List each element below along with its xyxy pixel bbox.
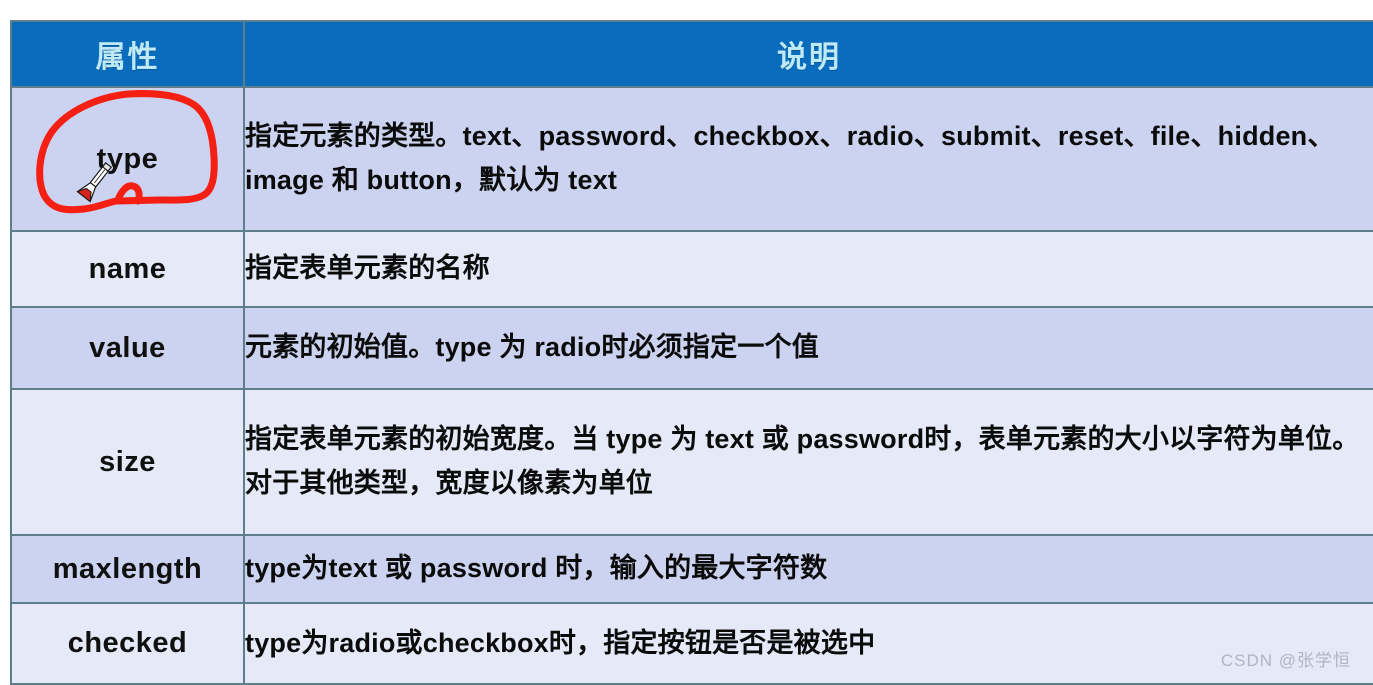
attribute-name-cell-size: size [10, 388, 245, 536]
table-header-row: 属性 说明 [10, 20, 1373, 88]
attribute-name-cell-name: name [10, 230, 245, 308]
table-row: maxlength type为text 或 password 时，输入的最大字符… [10, 534, 1373, 604]
attribute-label: checked [67, 627, 188, 659]
attribute-label: value [89, 331, 166, 364]
attribute-description-cell-name: 指定表单元素的名称 [243, 230, 1373, 308]
attribute-name-cell-maxlength: maxlength [10, 534, 245, 604]
csdn-watermark: CSDN @张学恒 [1220, 651, 1351, 670]
column-header-attribute: 属性 [10, 20, 245, 88]
attribute-name-cell-value: value [10, 306, 245, 390]
table-header: 属性 说明 [10, 20, 1373, 88]
attribute-name-cell-type: type [10, 86, 245, 232]
attribute-description-cell-type: 指定元素的类型。text、password、checkbox、radio、sub… [243, 86, 1373, 232]
attribute-name-cell-checked: checked [10, 602, 245, 685]
table-row: size 指定表单元素的初始宽度。当 type 为 text 或 passwor… [10, 388, 1373, 536]
column-header-description: 说明 [243, 20, 1373, 88]
attribute-label: maxlength [52, 552, 203, 585]
table-row: value 元素的初始值。type 为 radio时必须指定一个值 [10, 306, 1373, 390]
table-row: type 指定元素的类型。text、password、checkbox、radi… [10, 86, 1373, 232]
attribute-description-cell-size: 指定表单元素的初始宽度。当 type 为 text 或 password时，表单… [243, 388, 1373, 536]
attribute-label: size [99, 445, 156, 478]
input-attributes-table: 属性 说明 type 指定元素的类型。text、password、checkbo… [10, 20, 1373, 685]
table-row: name 指定表单元素的名称 [10, 230, 1373, 308]
attribute-description-cell-checked: type为radio或checkbox时，指定按钮是否是被选中 [243, 602, 1373, 685]
attribute-description-cell-value: 元素的初始值。type 为 radio时必须指定一个值 [243, 306, 1373, 390]
attribute-label: name [88, 252, 167, 285]
table-body: type 指定元素的类型。text、password、checkbox、radi… [10, 86, 1373, 685]
table-row: checked type为radio或checkbox时，指定按钮是否是被选中 [10, 602, 1373, 685]
attribute-label: type [96, 142, 159, 175]
attribute-description-cell-maxlength: type为text 或 password 时，输入的最大字符数 [243, 534, 1373, 604]
